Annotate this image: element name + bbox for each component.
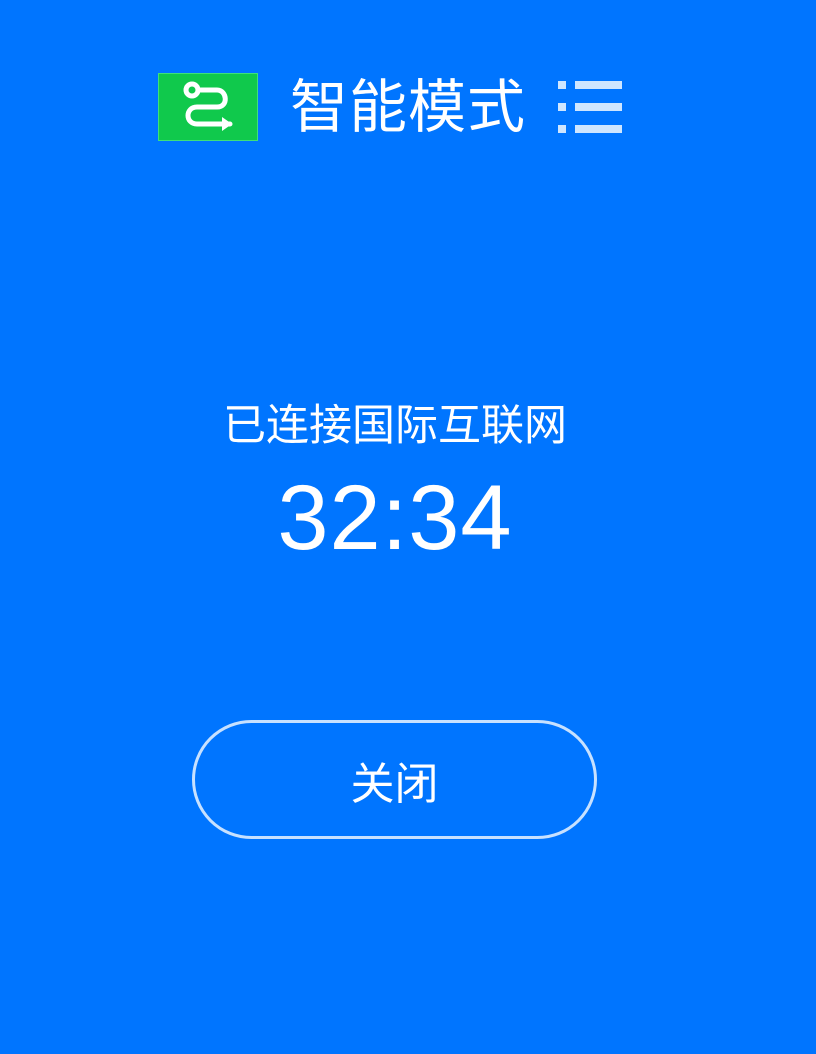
mode-title: 智能模式 — [290, 73, 527, 141]
menu-icon[interactable] — [558, 80, 623, 134]
route-icon[interactable] — [158, 73, 258, 141]
close-button[interactable]: 关闭 — [192, 720, 597, 839]
connection-status: 已连接国际互联网 — [223, 401, 567, 451]
header: 智能模式 — [158, 73, 623, 141]
close-button-label: 关闭 — [350, 758, 439, 810]
connection-timer: 32:34 — [277, 467, 513, 569]
